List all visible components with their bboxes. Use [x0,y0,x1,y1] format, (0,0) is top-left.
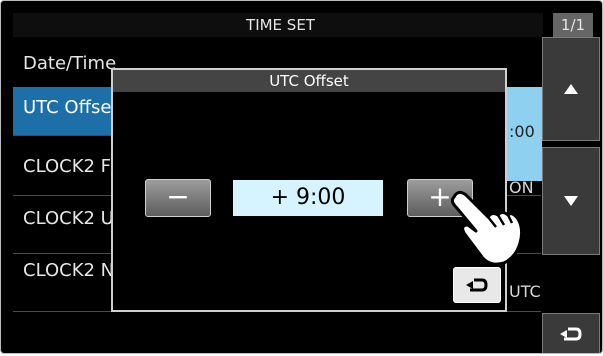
triangle-up-icon [564,84,578,94]
scroll-down-button[interactable] [542,147,600,255]
page-indicator: 1/1 [553,13,593,37]
back-button[interactable] [542,313,600,353]
dialog-title: UTC Offset [113,70,505,92]
dialog-back-button[interactable] [453,267,501,303]
return-arrow-icon [560,327,582,341]
screen-title: TIME SET [246,16,315,34]
hand-pointer-icon [450,190,524,266]
list-item-value: UTC [509,282,541,301]
title-bar: TIME SET [13,13,543,37]
list-item-label: Date/Time [23,53,117,74]
list-item-label: UTC Offset [23,97,119,118]
offset-value: + 9:00 [233,180,383,216]
scroll-up-button[interactable] [542,37,600,141]
decrement-button[interactable]: − [145,179,211,217]
triangle-down-icon [564,196,578,206]
screen: TIME SET 1/1 Date/Time UTC Offset :00 CL… [0,0,603,354]
return-arrow-icon [466,278,488,292]
